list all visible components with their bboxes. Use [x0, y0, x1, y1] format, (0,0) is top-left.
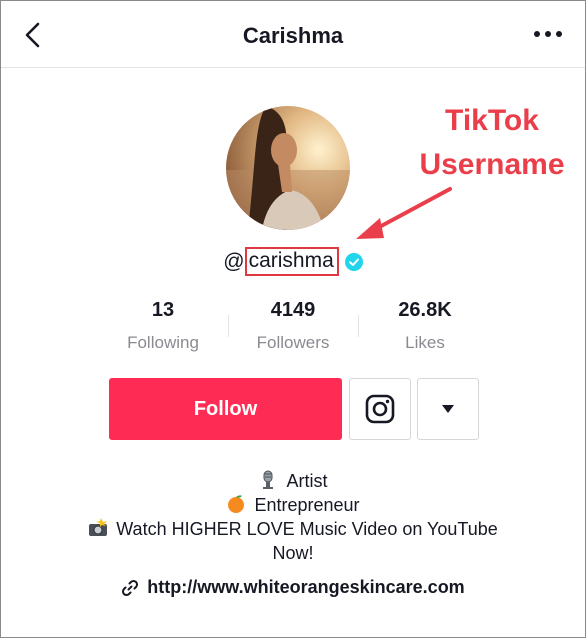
instagram-icon — [365, 394, 395, 424]
stat-value: 26.8K — [398, 299, 452, 321]
bio-line: Entrepreneur — [1, 493, 585, 517]
username: carishma — [244, 247, 339, 276]
bio-text: Watch HIGHER LOVE Music Video on YouTube — [116, 519, 498, 539]
bio: Artist Entrepreneur Watch HIGHER LOVE Mu… — [1, 469, 585, 565]
verified-badge-icon — [344, 252, 363, 271]
top-nav-bar: Carishma — [1, 1, 585, 68]
bio-line: Artist — [1, 469, 585, 493]
profile-screen: Carishma TikTok Username @ carishma 13 F… — [0, 0, 586, 638]
bio-text: Entrepreneur — [254, 495, 360, 515]
username-row: @ carishma — [1, 247, 585, 277]
stats-row: 13 Following 4149 Followers 26.8K Likes — [1, 297, 585, 359]
caret-down-icon — [442, 405, 454, 413]
follow-button[interactable]: Follow — [109, 378, 342, 440]
handle-prefix: @ — [223, 249, 245, 273]
annotation-label: TikTok Username — [406, 99, 578, 187]
microphone-icon — [263, 470, 274, 489]
stat-label: Following — [127, 333, 199, 352]
link-icon — [122, 579, 139, 596]
stat-label: Likes — [405, 333, 445, 352]
bio-text: Artist — [286, 471, 328, 491]
stat-value: 4149 — [270, 299, 316, 321]
annotation-line-1: TikTok — [445, 104, 539, 137]
camera-flash-icon — [89, 518, 108, 536]
instagram-button[interactable] — [349, 378, 411, 440]
profile-link[interactable]: http://www.whiteorangeskincare.com — [1, 577, 585, 602]
orange-icon — [228, 495, 245, 513]
page-title: Carishma — [242, 23, 344, 48]
avatar[interactable] — [226, 106, 350, 230]
stat-label: Followers — [256, 333, 330, 352]
more-dots-icon[interactable] — [533, 28, 563, 40]
stat-likes[interactable]: 26.8K Likes — [355, 297, 495, 353]
link-url[interactable]: http://www.whiteorangeskincare.com — [147, 577, 464, 598]
stat-followers[interactable]: 4149 Followers — [223, 297, 363, 353]
stat-following[interactable]: 13 Following — [93, 297, 233, 353]
more-options-button[interactable] — [417, 378, 479, 440]
bio-text: Now! — [272, 543, 314, 563]
annotation-arrow-icon — [356, 187, 452, 239]
bio-line: Watch HIGHER LOVE Music Video on YouTube — [1, 517, 585, 541]
bio-line: Now! — [1, 541, 585, 565]
stat-value: 13 — [151, 299, 175, 321]
